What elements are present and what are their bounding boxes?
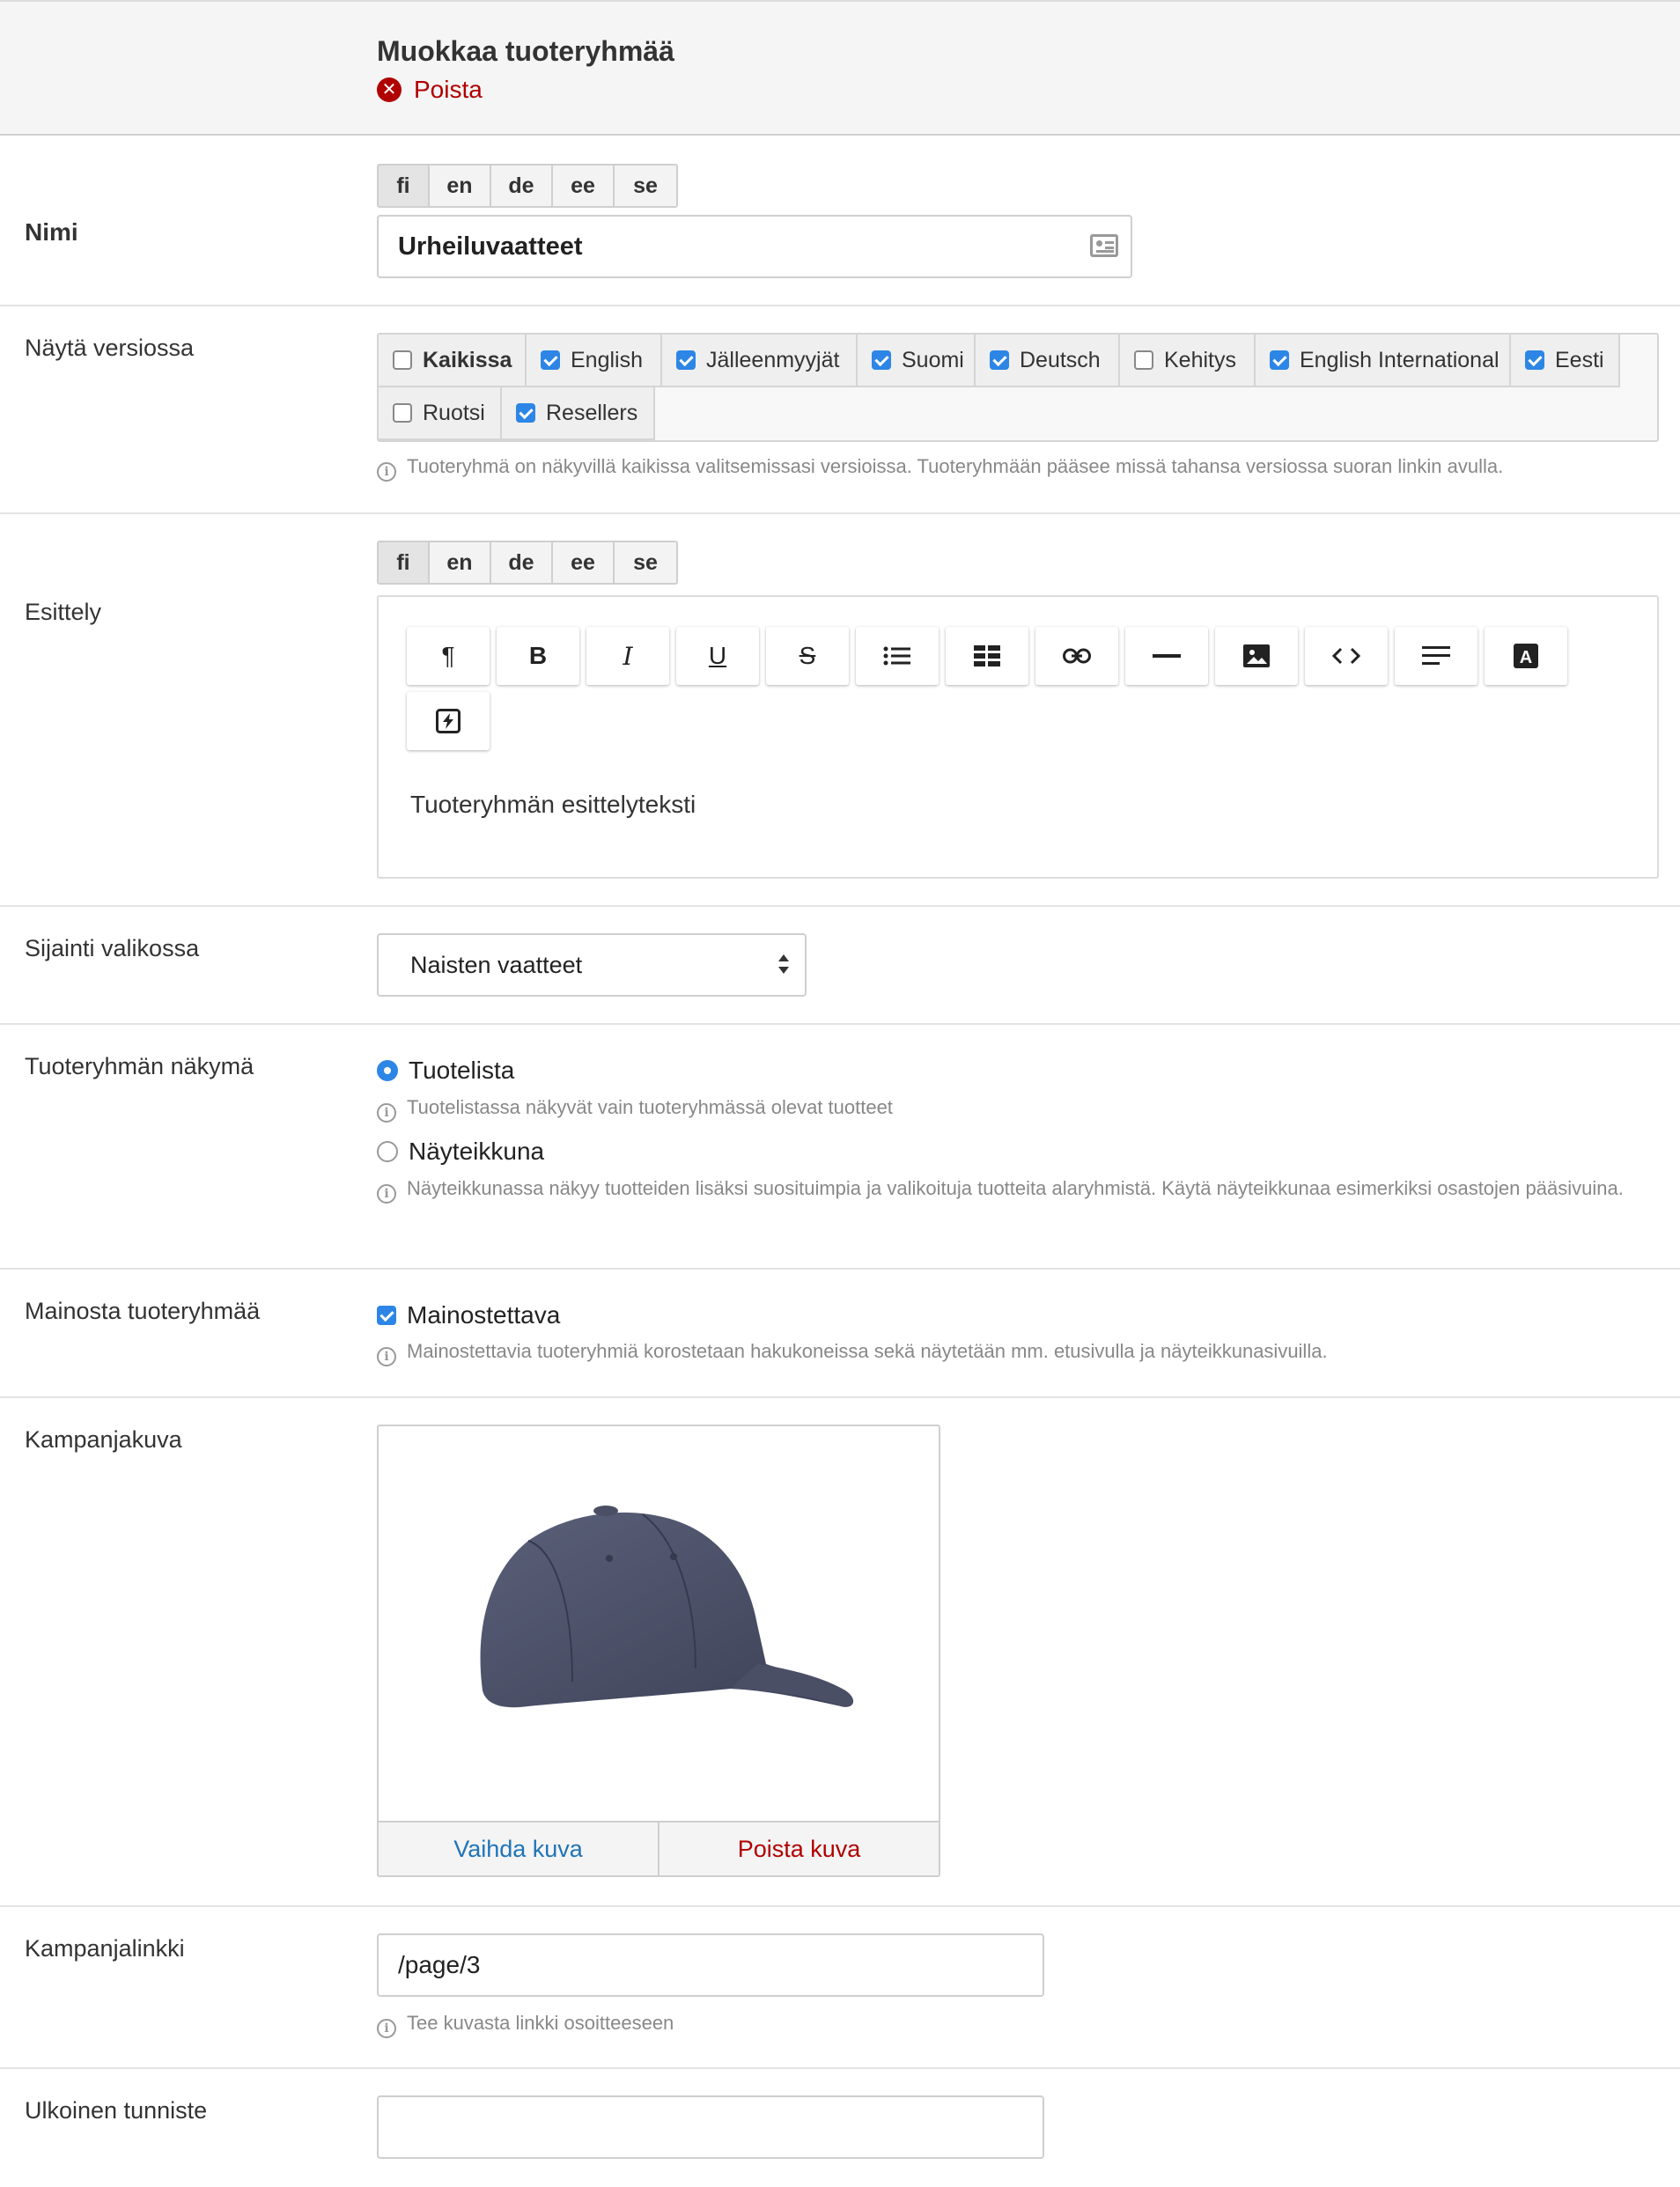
- location-select[interactable]: Naisten vaatteet: [377, 933, 807, 997]
- svg-text:A: A: [1520, 648, 1532, 667]
- clear-format-icon[interactable]: [407, 692, 490, 750]
- list-icon[interactable]: [856, 627, 939, 685]
- select-arrows-icon: [778, 954, 789, 976]
- radio[interactable]: [377, 1060, 398, 1081]
- lang-tab-fi[interactable]: fi: [379, 542, 430, 583]
- info-icon: i: [377, 462, 396, 482]
- info-icon: i: [377, 1103, 396, 1123]
- italic-icon[interactable]: I: [586, 627, 669, 685]
- lang-tab-en[interactable]: en: [430, 166, 491, 206]
- delete-label: Poista: [414, 76, 483, 103]
- table-icon[interactable]: [946, 627, 1028, 685]
- campaign-image-box: Vaihda kuva Poista kuva: [377, 1425, 940, 1877]
- radio[interactable]: [377, 1141, 398, 1162]
- horizontal-rule-icon[interactable]: [1125, 627, 1208, 685]
- external-id-label: Ulkoinen tunniste: [25, 2097, 208, 2124]
- version-english[interactable]: English: [527, 335, 662, 387]
- tuotelista-help: i Tuotelistassa näkyvät vain tuoteryhmäss…: [377, 1090, 893, 1125]
- link-icon[interactable]: [1035, 627, 1118, 685]
- version-ruotsi[interactable]: Ruotsi: [379, 387, 502, 440]
- name-label: Nimi: [25, 218, 78, 246]
- checkbox[interactable]: [1525, 350, 1544, 370]
- code-icon[interactable]: [1305, 627, 1388, 685]
- text-color-icon[interactable]: A: [1485, 627, 1567, 685]
- name-row: Nimi fi en de ee se Urheiluvaatteet: [0, 136, 1680, 306]
- checkbox[interactable]: [393, 350, 412, 370]
- lang-tab-en[interactable]: en: [430, 542, 491, 583]
- nayteikkuna-help: i Näyteikkunassa näkyy tuotteiden lisäksi…: [377, 1171, 1659, 1206]
- page-header: Muokkaa tuoteryhmää ✕ Poista: [0, 0, 1680, 136]
- location-label: Sijainti valikossa: [25, 935, 200, 961]
- version-resellers[interactable]: Resellers: [502, 387, 655, 440]
- view-label: Tuoteryhmän näkymä: [25, 1053, 254, 1079]
- version-deutsch[interactable]: Deutsch: [976, 335, 1120, 387]
- image-icon[interactable]: [1215, 627, 1298, 685]
- id-card-icon[interactable]: [1090, 234, 1118, 257]
- checkbox[interactable]: [676, 350, 696, 370]
- campaign-link-input[interactable]: /page/3: [377, 1933, 1044, 1997]
- version-kaikissa[interactable]: Kaikissa: [379, 335, 527, 387]
- underline-icon[interactable]: U: [676, 627, 759, 685]
- change-image-button[interactable]: Vaihda kuva: [379, 1822, 659, 1875]
- checkbox[interactable]: [393, 403, 412, 423]
- campaign-link-label: Kampanjalinkki: [25, 1935, 185, 1962]
- info-icon: i: [377, 2019, 396, 2038]
- external-id-input[interactable]: [377, 2095, 1044, 2159]
- info-icon: i: [377, 1347, 396, 1366]
- version-suomi[interactable]: Suomi: [858, 335, 976, 387]
- campaign-image-label: Kampanjakuva: [25, 1426, 182, 1453]
- page-title: Muokkaa tuoteryhmää: [377, 35, 674, 67]
- checkbox[interactable]: [872, 350, 891, 370]
- checkbox[interactable]: [516, 403, 535, 423]
- campaign-link-help: i Tee kuvasta linkki osoitteeseen: [377, 2006, 674, 2041]
- rich-text-editor[interactable]: ¶ B I U S A Tuoteryhmän esittelyteksti: [377, 595, 1659, 879]
- paragraph-icon[interactable]: ¶: [407, 627, 490, 685]
- checkbox[interactable]: [541, 350, 560, 370]
- versions-help: i Tuoteryhmä on näkyvillä kaikissa valits…: [377, 449, 1503, 484]
- lang-tab-fi[interactable]: fi: [379, 166, 430, 206]
- remove-image-button[interactable]: Poista kuva: [659, 1822, 939, 1875]
- intro-language-tabs: fi en de ee se: [377, 541, 678, 585]
- checkbox[interactable]: [1270, 350, 1289, 370]
- version-eesti[interactable]: Eesti: [1511, 335, 1620, 387]
- view-row: Tuoteryhmän näkymä: [0, 1025, 1680, 1270]
- info-icon: i: [377, 1184, 396, 1204]
- location-row: Sijainti valikossa: [0, 907, 1680, 1025]
- lang-tab-de[interactable]: de: [491, 542, 553, 583]
- location-value: Naisten vaatteet: [410, 951, 583, 978]
- version-english-international[interactable]: English International: [1256, 335, 1511, 387]
- promote-help: i Mainostettavia tuoteryhmiä korostetaan …: [377, 1334, 1328, 1369]
- lang-tab-de[interactable]: de: [491, 166, 553, 206]
- view-option-nayteikkuna[interactable]: Näyteikkuna: [377, 1138, 544, 1166]
- version-kehitys[interactable]: Kehitys: [1120, 335, 1256, 387]
- lang-tab-se[interactable]: se: [615, 166, 676, 206]
- version-checkbox-group: Kaikissa English Jälleenmyyjät Suomi Deu…: [377, 333, 1659, 442]
- campaign-image-cap: [480, 1506, 854, 1708]
- image-actions: Vaihda kuva Poista kuva: [379, 1821, 939, 1875]
- lang-tab-ee[interactable]: ee: [553, 166, 615, 206]
- name-language-tabs: fi en de ee se: [377, 164, 678, 208]
- campaign-link-value: /page/3: [398, 1951, 481, 1978]
- versions-label: Näytä versiossa: [25, 335, 195, 361]
- promote-checkbox[interactable]: Mainostettava: [377, 1301, 560, 1329]
- close-circle-icon: ✕: [377, 77, 402, 102]
- promote-label: Mainosta tuoteryhmää: [25, 1298, 261, 1324]
- intro-label: Esittely: [25, 599, 102, 625]
- lang-tab-ee[interactable]: ee: [553, 542, 615, 583]
- align-icon[interactable]: [1395, 627, 1477, 685]
- delete-button[interactable]: ✕ Poista: [377, 76, 483, 104]
- bold-icon[interactable]: B: [497, 627, 579, 685]
- lang-tab-se[interactable]: se: [615, 542, 676, 583]
- name-value: Urheiluvaatteet: [398, 232, 583, 261]
- version-jalleenmyyjat[interactable]: Jälleenmyyjät: [662, 335, 858, 387]
- editor-content[interactable]: Tuoteryhmän esittelyteksti: [410, 791, 696, 819]
- checkbox[interactable]: [377, 1306, 396, 1325]
- name-input[interactable]: Urheiluvaatteet: [377, 215, 1132, 278]
- checkbox[interactable]: [1134, 350, 1153, 370]
- strikethrough-icon[interactable]: S: [766, 627, 849, 685]
- checkbox[interactable]: [990, 350, 1009, 370]
- view-option-tuotelista[interactable]: Tuotelista: [377, 1057, 514, 1085]
